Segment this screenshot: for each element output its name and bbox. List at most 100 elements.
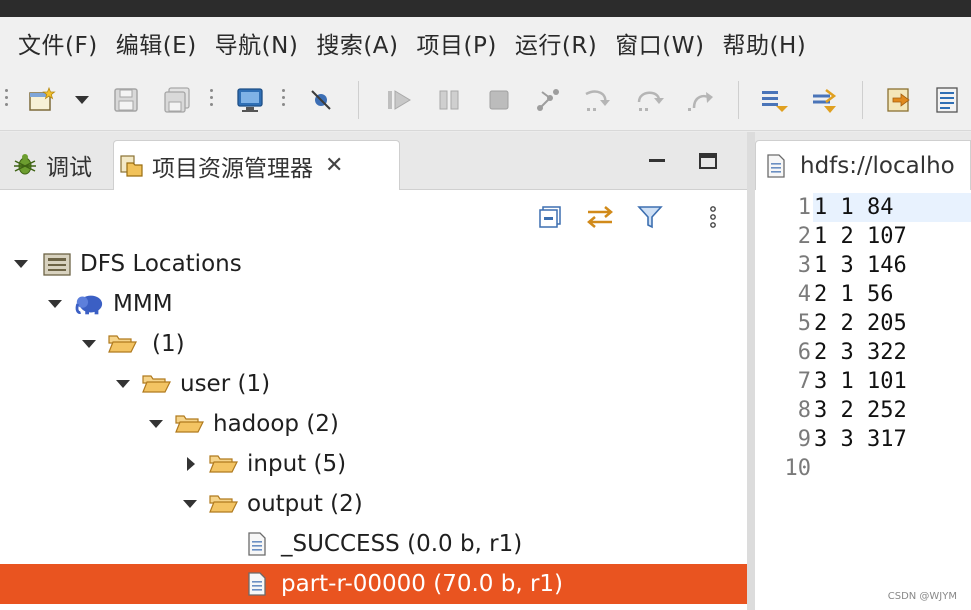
- code-line[interactable]: 3 3 317: [813, 425, 971, 454]
- view-toolbar: [0, 190, 747, 244]
- tab-hdfs-file[interactable]: hdfs://localho: [755, 140, 971, 190]
- tree-item-label: (1): [152, 331, 185, 357]
- folder-open-icon: [174, 411, 204, 437]
- menu-run[interactable]: 运行(R): [499, 26, 597, 60]
- link-with-editor-icon[interactable]: [585, 202, 615, 232]
- expanded-arrow-icon[interactable]: [46, 295, 64, 313]
- expanded-arrow-icon[interactable]: [181, 495, 199, 513]
- next-annotation-icon[interactable]: [760, 85, 790, 115]
- maximize-icon[interactable]: [693, 146, 723, 176]
- save-all-icon[interactable]: [162, 85, 192, 115]
- new-wizard-icon[interactable]: [27, 85, 57, 115]
- panel-sash[interactable]: [747, 132, 755, 610]
- menu-project[interactable]: 项目(P): [401, 26, 497, 60]
- code-line[interactable]: 2 3 322: [813, 338, 971, 367]
- filter-icon[interactable]: [635, 202, 665, 232]
- line-number: 10: [784, 456, 812, 481]
- step-return-icon[interactable]: [686, 85, 716, 115]
- tab-project-explorer[interactable]: 项目资源管理器 ✕: [113, 140, 400, 190]
- line-number: 2: [797, 224, 811, 249]
- toolbar-grip[interactable]: [210, 89, 214, 113]
- expanded-arrow-icon[interactable]: [147, 415, 165, 433]
- tree-item-label: hadoop (2): [213, 411, 339, 437]
- skip-breakpoints-icon[interactable]: [306, 85, 336, 115]
- line-number: 7: [797, 369, 811, 394]
- tree-item-output[interactable]: output (2): [0, 484, 747, 524]
- resume-icon[interactable]: [384, 85, 414, 115]
- toolbar-separator: [738, 81, 739, 119]
- editor-panel: hdfs://localho 1 2 3 4 5 6 7 8 9 10 1 1 …: [755, 132, 971, 610]
- tree-item-label: DFS Locations: [80, 251, 242, 277]
- main-toolbar: [0, 69, 971, 131]
- editor-tab-title: hdfs://localho: [800, 152, 955, 179]
- step-over-icon[interactable]: [635, 85, 665, 115]
- editor-text-area[interactable]: 1 1 84 1 2 107 1 3 146 2 1 56 2 2 205 2 …: [813, 190, 971, 610]
- code-line[interactable]: 1 2 107: [813, 222, 971, 251]
- suspend-icon[interactable]: [434, 85, 464, 115]
- menu-edit[interactable]: 编辑(E): [100, 26, 197, 60]
- step-into-icon[interactable]: [583, 85, 613, 115]
- tree-item-dfs-locations[interactable]: DFS Locations: [0, 244, 747, 284]
- editor-tab-bar: hdfs://localho: [755, 132, 971, 190]
- folder-open-icon: [141, 371, 171, 397]
- tree-item-mmm[interactable]: MMM: [0, 284, 747, 324]
- line-number: 4: [797, 282, 811, 307]
- tree-item-root-folder[interactable]: (1): [0, 324, 747, 364]
- menu-file[interactable]: 文件(F): [0, 26, 98, 60]
- code-line[interactable]: 1 3 146: [813, 251, 971, 280]
- code-line[interactable]: [813, 454, 971, 483]
- collapse-all-icon[interactable]: [536, 202, 566, 232]
- watermark: CSDN @WJYM: [887, 591, 957, 602]
- previous-annotation-icon[interactable]: [810, 85, 840, 115]
- save-icon[interactable]: [111, 85, 141, 115]
- folder-open-icon: [208, 451, 238, 477]
- code-line[interactable]: 1 1 84: [813, 193, 971, 222]
- tree-item-label: MMM: [113, 291, 173, 317]
- minimize-icon[interactable]: [642, 146, 672, 176]
- line-number: 3: [797, 253, 811, 278]
- debug-bug-icon: [10, 152, 40, 178]
- folder-open-icon: [107, 331, 137, 357]
- window-titlebar: [0, 0, 971, 17]
- dropdown-arrow-icon[interactable]: [69, 85, 95, 115]
- tree-item-label: output (2): [247, 491, 363, 517]
- tree-item-part-r-00000[interactable]: part-r-00000 (70.0 b, r1): [0, 564, 747, 604]
- code-line[interactable]: 2 2 205: [813, 309, 971, 338]
- line-number: 8: [797, 398, 811, 423]
- tree-item-success-file[interactable]: _SUCCESS (0.0 b, r1): [0, 524, 747, 564]
- disconnect-icon[interactable]: [533, 85, 563, 115]
- expanded-arrow-icon[interactable]: [12, 255, 30, 273]
- menu-window[interactable]: 窗口(W): [599, 26, 704, 60]
- toolbar-grip[interactable]: [5, 89, 9, 113]
- line-number: 5: [797, 311, 811, 336]
- code-line[interactable]: 3 1 101: [813, 367, 971, 396]
- open-type-icon[interactable]: [884, 85, 914, 115]
- collapsed-arrow-icon[interactable]: [182, 455, 200, 473]
- view-tab-bar: 调试 项目资源管理器 ✕: [0, 132, 747, 190]
- code-line[interactable]: 3 2 252: [813, 396, 971, 425]
- tree-item-label: input (5): [247, 451, 347, 477]
- expanded-arrow-icon[interactable]: [80, 335, 98, 353]
- tree-item-input[interactable]: input (5): [0, 444, 747, 484]
- tab-project-explorer-label: 项目资源管理器: [152, 155, 313, 182]
- tab-debug[interactable]: 调试: [10, 140, 110, 190]
- tree-item-label: _SUCCESS (0.0 b, r1): [281, 531, 523, 557]
- tab-debug-label: 调试: [46, 155, 92, 181]
- view-menu-icon[interactable]: [698, 202, 728, 232]
- project-explorer-panel: 调试 项目资源管理器 ✕ DFS Locations MMM (1) user …: [0, 132, 747, 610]
- toolbar-grip[interactable]: [282, 89, 286, 113]
- menu-navigate[interactable]: 导航(N): [199, 26, 299, 60]
- code-line[interactable]: 2 1 56: [813, 280, 971, 309]
- tree-item-user[interactable]: user (1): [0, 364, 747, 404]
- close-icon[interactable]: ✕: [325, 153, 343, 178]
- menu-search[interactable]: 搜索(A): [300, 26, 398, 60]
- open-task-icon[interactable]: [932, 85, 962, 115]
- menu-help[interactable]: 帮助(H): [706, 26, 806, 60]
- expanded-arrow-icon[interactable]: [114, 375, 132, 393]
- terminate-icon[interactable]: [484, 85, 514, 115]
- project-explorer-icon: [114, 153, 148, 179]
- tree-item-label: user (1): [180, 371, 271, 397]
- menu-bar: 文件(F) 编辑(E) 导航(N) 搜索(A) 项目(P) 运行(R) 窗口(W…: [0, 17, 971, 69]
- tree-item-hadoop[interactable]: hadoop (2): [0, 404, 747, 444]
- terminal-icon[interactable]: [235, 85, 265, 115]
